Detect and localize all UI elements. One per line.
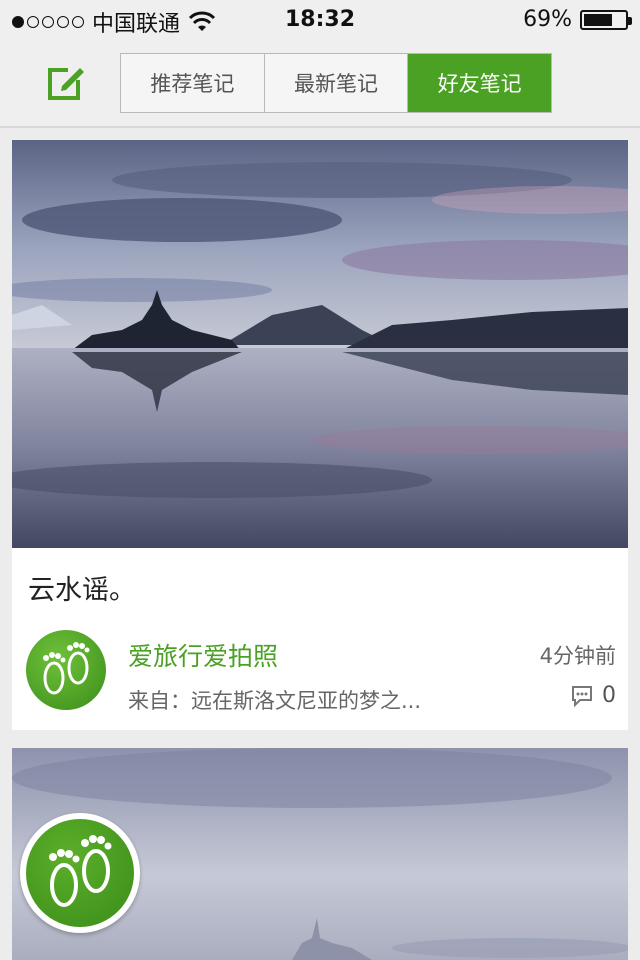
battery-percent: 69% (523, 7, 572, 32)
footprints-icon (43, 642, 90, 695)
note-title: 云水谣。 (28, 575, 136, 606)
tab-latest[interactable]: 最新笔记 (265, 54, 409, 112)
tab-friends[interactable]: 好友笔记 (408, 54, 552, 112)
post-source: 来自：远在斯洛文尼亚的梦之... (128, 689, 422, 713)
battery-icon (580, 9, 632, 30)
comment-count-label: 0 (602, 683, 616, 708)
post-time: 4分钟前 (539, 644, 616, 668)
compose-icon[interactable] (44, 62, 86, 104)
nav-bar: 推荐笔记 最新笔记 好友笔记 (0, 40, 640, 128)
status-bar: 中国联通 18:32 69% (0, 0, 640, 40)
floating-action-button[interactable] (20, 813, 140, 933)
comment-icon (572, 685, 592, 707)
note-photo[interactable] (0, 140, 640, 548)
status-right: 69% (523, 7, 632, 32)
user-avatar[interactable] (26, 630, 106, 710)
author-name[interactable]: 爱旅行爱拍照 (128, 637, 278, 673)
note-card[interactable]: 云水谣。 爱旅行爱拍照 4分钟前 来自：远在斯洛文尼亚的梦之... 0 (0, 140, 640, 730)
note-tabs: 推荐笔记 最新笔记 好友笔记 (120, 53, 552, 113)
comment-count[interactable]: 0 (570, 683, 616, 708)
footprints-icon (49, 835, 112, 907)
tab-recommended[interactable]: 推荐笔记 (121, 54, 265, 112)
